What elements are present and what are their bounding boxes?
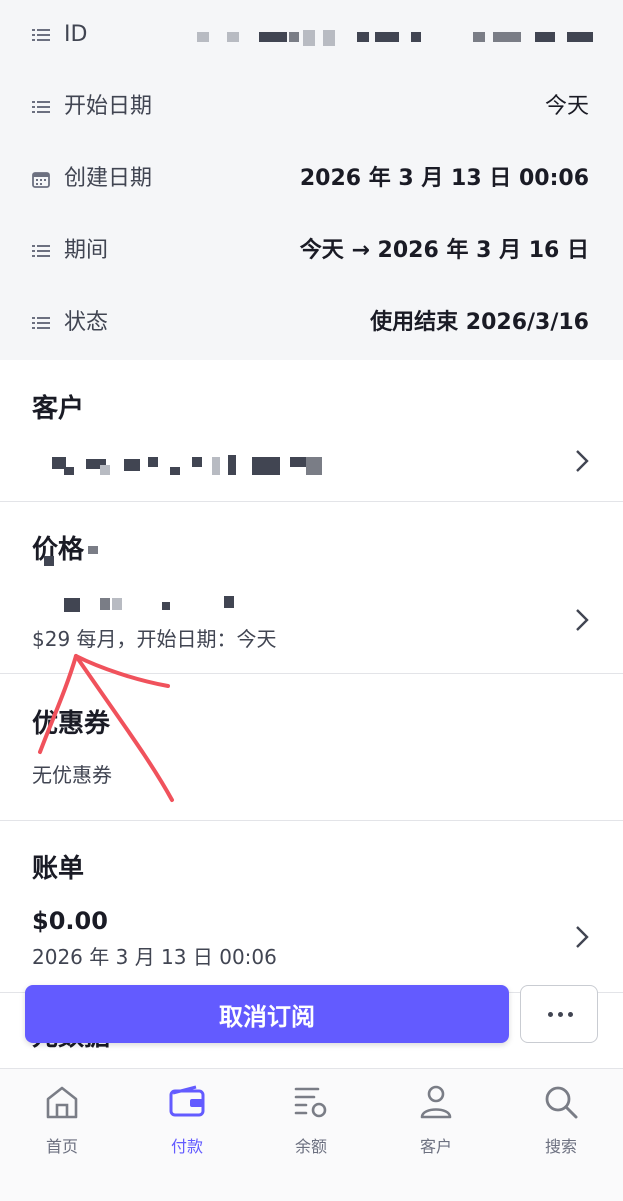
detail-value-status: 使用结束 2026/3/16 [370,310,589,335]
chevron-right-icon [576,926,589,948]
cancel-subscription-button[interactable]: 取消订阅 [25,985,509,1043]
tab-customers[interactable]: 客户 [386,1079,486,1159]
subscription-details: ID 开始日期 今天 创建日期 2026 年 3 月 13 日 00:06 期间… [0,0,623,360]
tab-balance[interactable]: 余额 [261,1079,361,1159]
customer-title: 客户 [32,394,85,424]
detail-value-created: 2026 年 3 月 13 日 00:06 [299,166,589,191]
balance-icon [294,1087,327,1118]
invoice-section[interactable]: 账单 $0.00 2026 年 3 月 13 日 00:06 [0,820,623,993]
detail-row-period: 期间 今天 → 2026 年 3 月 16 日 [0,232,623,272]
redacted-customer-name [52,455,332,479]
invoice-amount: $0.00 [32,907,108,935]
user-icon [420,1085,452,1119]
detail-label-status: 状态 [64,310,109,335]
invoice-title: 账单 [32,854,85,884]
list-icon [32,29,50,41]
tab-home-label: 首页 [45,1137,78,1156]
tab-customers-label: 客户 [419,1137,452,1156]
coupon-title: 优惠券 [32,709,111,739]
coupon-value: 无优惠券 [32,763,112,787]
tab-home[interactable]: 首页 [12,1079,112,1159]
detail-label-period: 期间 [64,238,109,263]
list-icon [32,101,50,113]
detail-row-created: 创建日期 2026 年 3 月 13 日 00:06 [0,160,623,200]
detail-row-id: ID [0,16,623,56]
tab-payments-label: 付款 [170,1137,203,1156]
invoice-date: 2026 年 3 月 13 日 00:06 [32,945,277,969]
chevron-right-icon [576,450,589,472]
detail-label-created: 创建日期 [64,166,153,191]
tab-balance-label: 余额 [294,1137,327,1156]
tab-payments[interactable]: 付款 [137,1079,237,1159]
detail-value-start-date: 今天 [544,94,589,119]
wallet-icon [169,1085,205,1117]
home-icon [46,1086,78,1119]
redacted-id [197,26,597,48]
tab-search[interactable]: 搜索 [511,1079,611,1159]
bottom-tab-bar: 首页 付款 余额 客户 搜索 [0,1068,623,1201]
price-description: $29 每月，开始日期：今天 [32,627,277,651]
chevron-right-icon [576,609,589,631]
redacted-price-name [44,546,244,616]
tab-search-label: 搜索 [544,1137,577,1156]
detail-label-id: ID [64,22,88,47]
customer-section[interactable]: 客户 [0,360,623,502]
search-icon [545,1086,578,1119]
calendar-icon [32,172,50,188]
detail-value-period: 今天 → 2026 年 3 月 16 日 [299,238,589,263]
price-section[interactable]: 价格 $29 每月，开始日期：今天 [0,501,623,674]
detail-label-start-date: 开始日期 [64,94,153,119]
coupon-section: 优惠券 无优惠券 [0,673,623,821]
list-icon [32,245,50,257]
detail-row-status: 状态 使用结束 2026/3/16 [0,304,623,344]
more-actions-button[interactable] [520,985,598,1043]
list-icon [32,317,50,329]
detail-row-start-date: 开始日期 今天 [0,88,623,128]
